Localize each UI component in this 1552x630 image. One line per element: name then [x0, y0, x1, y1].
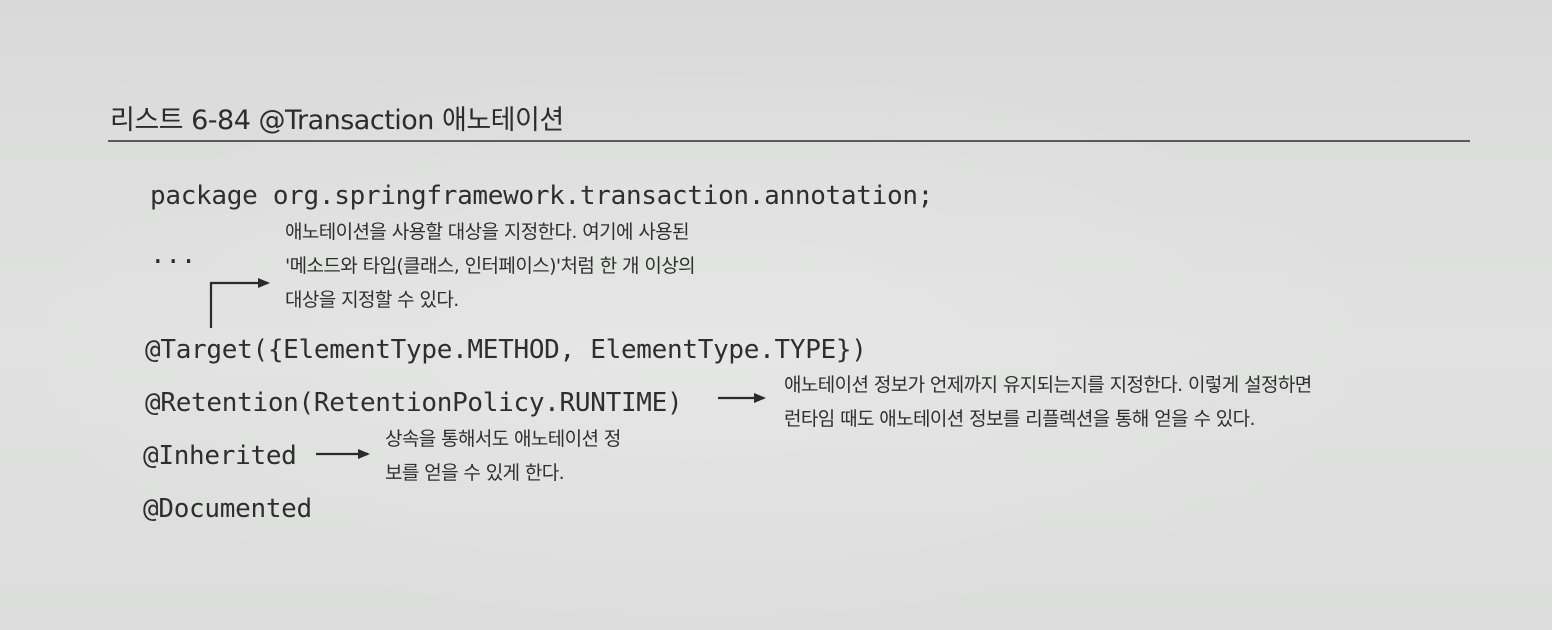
- target-callout-arrow: [209, 278, 270, 328]
- callout-arrows: [209, 278, 766, 459]
